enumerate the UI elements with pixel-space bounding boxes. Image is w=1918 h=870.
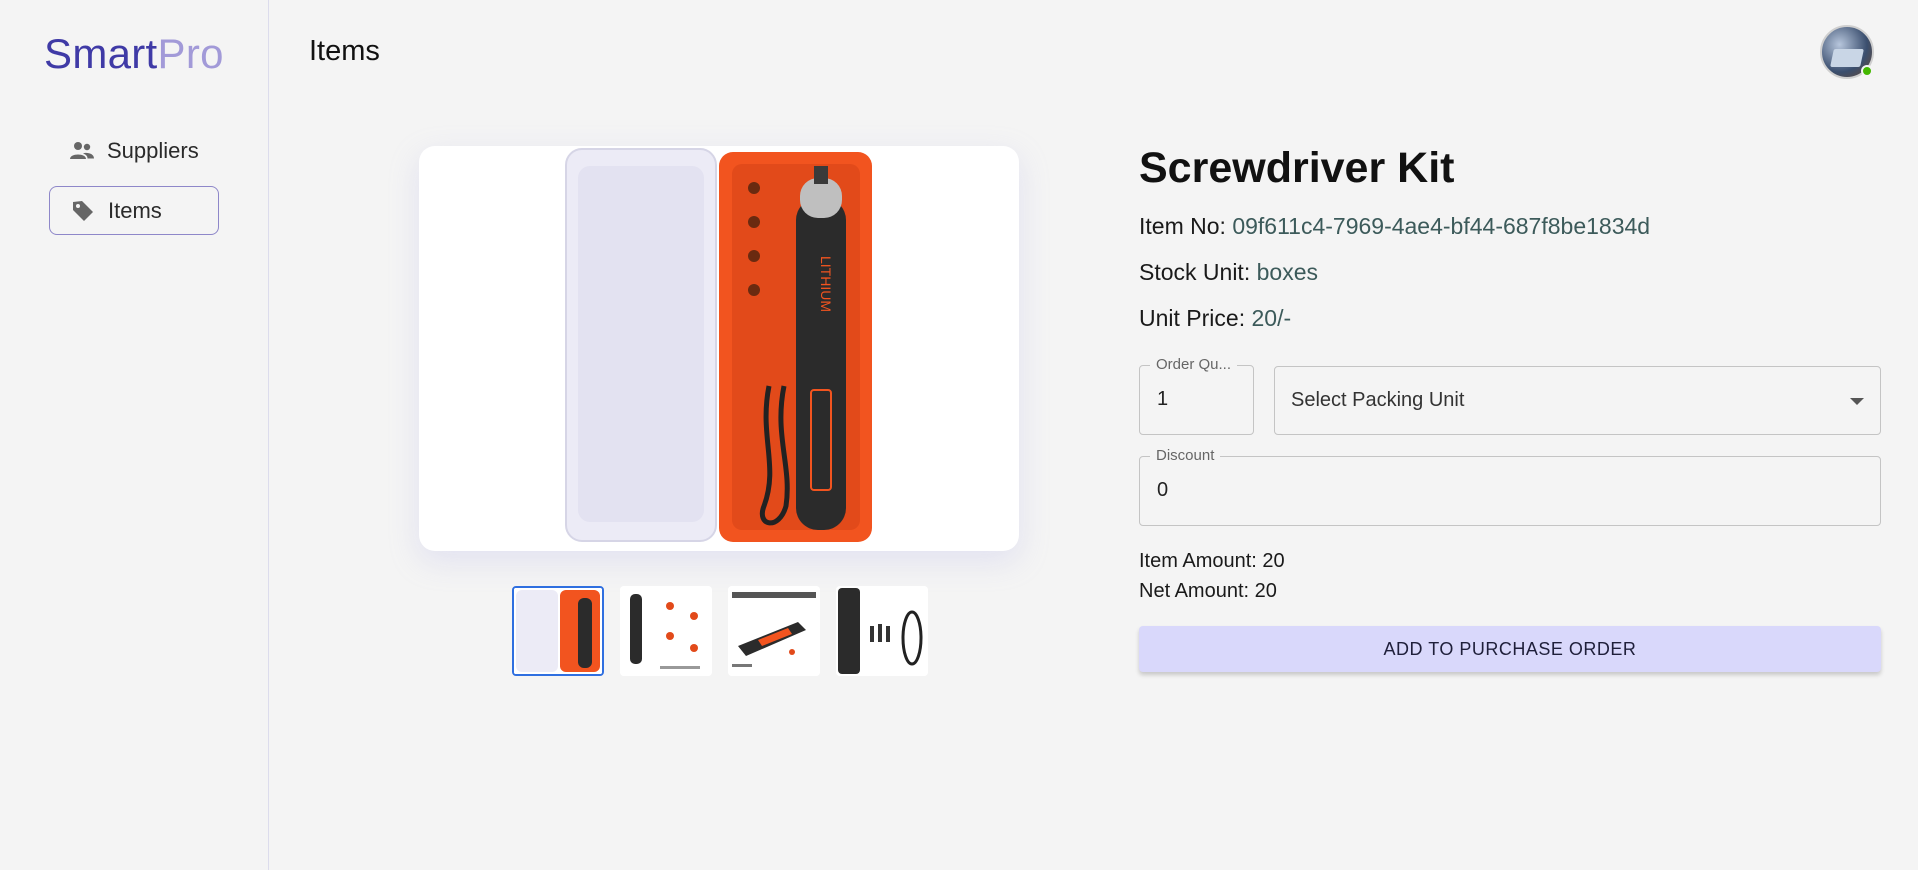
item-number-value: 09f611c4-7969-4ae4-bf44-687f8be1834d bbox=[1232, 213, 1651, 239]
sidebar-item-suppliers[interactable]: Suppliers bbox=[49, 126, 219, 175]
thumbnail-1[interactable] bbox=[512, 586, 604, 676]
chevron-down-icon bbox=[1850, 398, 1864, 405]
stock-unit-label: Stock Unit: bbox=[1139, 259, 1251, 285]
stock-unit-row: Stock Unit: boxes bbox=[1139, 259, 1318, 286]
page-title: Items bbox=[309, 35, 380, 67]
thumbnail-2[interactable] bbox=[620, 586, 712, 676]
item-number-row: Item No: 09f611c4-7969-4ae4-bf44-687f8be… bbox=[1139, 213, 1650, 240]
laptop-picture bbox=[1830, 49, 1864, 67]
main-product-image: LITHIUM bbox=[419, 146, 1019, 551]
net-amount: Net Amount: 20 bbox=[1139, 580, 1277, 602]
product-title: Screwdriver Kit bbox=[1139, 144, 1455, 192]
brand-part-2: Pro bbox=[157, 30, 224, 77]
add-to-purchase-order-button[interactable]: ADD TO PURCHASE ORDER bbox=[1139, 626, 1881, 672]
unit-price-label: Unit Price: bbox=[1139, 305, 1246, 331]
order-quantity-value[interactable]: 1 bbox=[1157, 388, 1168, 411]
item-amount: Item Amount: 20 bbox=[1139, 550, 1285, 572]
online-status-dot bbox=[1861, 65, 1873, 77]
thumbnail-4[interactable] bbox=[836, 586, 928, 676]
order-quantity-label: Order Qu... bbox=[1150, 356, 1238, 373]
svg-text:LITHIUM: LITHIUM bbox=[818, 256, 834, 312]
people-icon bbox=[69, 138, 95, 164]
tag-icon bbox=[70, 198, 96, 224]
packing-unit-select[interactable]: Select Packing Unit bbox=[1274, 366, 1881, 435]
screwdriver-kit-picture: LITHIUM bbox=[564, 146, 874, 546]
brand-part-1: Smart bbox=[44, 30, 158, 77]
discount-value[interactable]: 0 bbox=[1157, 479, 1168, 502]
sidebar-item-label: Suppliers bbox=[107, 137, 199, 163]
stock-unit-value: boxes bbox=[1256, 259, 1318, 285]
thumbnail-3[interactable] bbox=[728, 586, 820, 676]
sidebar-item-items[interactable]: Items bbox=[49, 186, 219, 235]
unit-price-row: Unit Price: 20/- bbox=[1139, 305, 1291, 332]
unit-price-value: 20/- bbox=[1251, 305, 1292, 331]
order-quantity-field[interactable]: Order Qu... 1 bbox=[1139, 356, 1254, 435]
item-number-label: Item No: bbox=[1139, 213, 1226, 239]
sidebar: SmartPro Suppliers Items bbox=[0, 0, 269, 870]
discount-field[interactable]: Discount 0 bbox=[1139, 447, 1881, 526]
packing-unit-placeholder: Select Packing Unit bbox=[1291, 389, 1465, 411]
brand-logo[interactable]: SmartPro bbox=[44, 30, 224, 78]
sidebar-item-label: Items bbox=[108, 197, 162, 223]
discount-label: Discount bbox=[1150, 447, 1221, 464]
